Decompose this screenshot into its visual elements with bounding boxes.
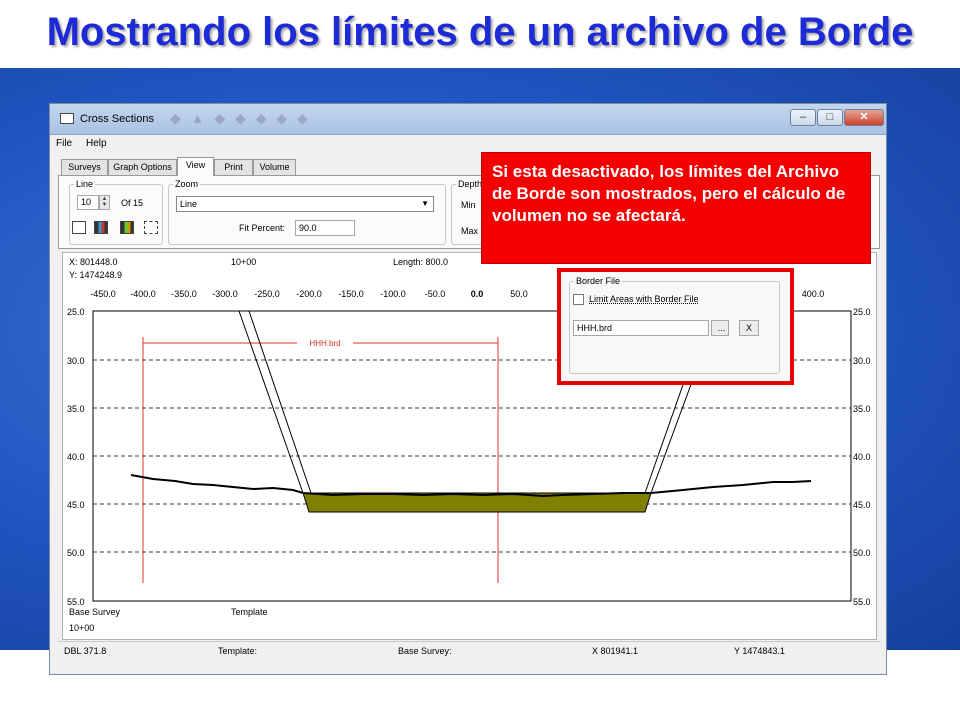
palette-alt-icon[interactable] bbox=[120, 221, 134, 234]
minimize-button[interactable]: – bbox=[790, 109, 816, 126]
tab-graph-options[interactable]: Graph Options bbox=[108, 159, 177, 175]
x-tick-label: -50.0 bbox=[425, 289, 446, 299]
depth-legend: Depth bbox=[458, 179, 483, 189]
y-tick-label: 40.0 bbox=[67, 452, 85, 462]
y-tick-labels-right: 25.0 30.0 35.0 40.0 45.0 50.0 55.0 bbox=[853, 307, 871, 607]
x-tick-label: -400.0 bbox=[130, 289, 156, 299]
line-of-label: Of 15 bbox=[121, 198, 144, 208]
x-tick-label: -250.0 bbox=[254, 289, 280, 299]
title-bar: Cross Sections ◆ ▲ ◆ ◆ ◆ ◆ ◆ – □ ✕ bbox=[50, 104, 886, 135]
border-file-highlight: Border File Limit Areas with Border File… bbox=[557, 268, 794, 385]
callout-note: Si esta desactivado, los límites del Arc… bbox=[481, 152, 871, 264]
border-file-legend: Border File bbox=[576, 276, 621, 286]
maximize-button[interactable]: □ bbox=[817, 109, 843, 126]
y-tick-label: 25.0 bbox=[853, 307, 871, 317]
template-slope bbox=[650, 378, 694, 494]
template-slope bbox=[644, 378, 686, 494]
graph-station: 10+00 bbox=[231, 257, 256, 267]
y-tick-label: 30.0 bbox=[67, 356, 85, 366]
border-file-input[interactable]: HHH.brd bbox=[573, 320, 709, 336]
clear-border-button[interactable]: X bbox=[739, 320, 759, 336]
y-tick-label: 45.0 bbox=[67, 500, 85, 510]
window-title: Cross Sections bbox=[80, 113, 154, 125]
x-tick-label: 0.0 bbox=[471, 289, 484, 299]
y-tick-label: 25.0 bbox=[67, 307, 85, 317]
fit-percent-input[interactable]: 90.0 bbox=[295, 220, 355, 236]
border-file-limits bbox=[142, 337, 499, 583]
limit-areas-label[interactable]: Limit Areas with Border File bbox=[589, 294, 699, 304]
y-tick-label: 50.0 bbox=[67, 548, 85, 558]
x-tick-label: -200.0 bbox=[296, 289, 322, 299]
status-bar: DBL 371.8 Template: Base Survey: X 80194… bbox=[58, 641, 880, 660]
app-icon bbox=[60, 113, 74, 124]
line-group: Line bbox=[69, 179, 163, 245]
y-tick-label: 40.0 bbox=[853, 452, 871, 462]
menu-bar: File Help bbox=[50, 135, 886, 153]
menu-file[interactable]: File bbox=[56, 138, 72, 149]
base-survey-label: Base Survey bbox=[69, 607, 121, 617]
export-icon[interactable] bbox=[144, 221, 158, 234]
menu-help[interactable]: Help bbox=[86, 138, 107, 149]
copy-icon[interactable] bbox=[72, 221, 86, 234]
line-number-input[interactable]: 10 bbox=[77, 195, 99, 210]
bottom-station-label: 10+00 bbox=[69, 623, 94, 633]
tab-view[interactable]: View bbox=[177, 157, 214, 176]
depth-min-label: Min bbox=[461, 200, 476, 210]
depth-max-label: Max bbox=[461, 226, 479, 236]
template-slope bbox=[238, 310, 304, 494]
x-tick-label: -450.0 bbox=[90, 289, 116, 299]
fit-percent-label: Fit Percent: bbox=[239, 223, 286, 233]
line-legend: Line bbox=[76, 179, 94, 189]
zoom-select[interactable]: Line ▼ bbox=[176, 196, 434, 212]
x-tick-label: -300.0 bbox=[212, 289, 238, 299]
status-x: X 801941.1 bbox=[592, 646, 639, 656]
grid-lines bbox=[93, 359, 851, 553]
y-tick-label: 35.0 bbox=[67, 404, 85, 414]
status-base-survey: Base Survey: bbox=[398, 646, 452, 656]
x-tick-label: 50.0 bbox=[510, 289, 528, 299]
status-dbl: DBL 371.8 bbox=[64, 646, 107, 656]
template-label: Template bbox=[231, 607, 268, 617]
quick-access-icons: ◆ ▲ ◆ ◆ ◆ ◆ ◆ bbox=[170, 110, 311, 126]
line-spinner[interactable]: ▲ ▼ bbox=[99, 195, 110, 210]
cut-fill-area bbox=[302, 492, 652, 513]
border-file-label: HHH.brd bbox=[309, 339, 340, 348]
graph-y-readout: Y: 1474248.9 bbox=[69, 270, 122, 280]
y-tick-label: 50.0 bbox=[853, 548, 871, 558]
x-tick-label: -150.0 bbox=[338, 289, 364, 299]
palette-icon[interactable] bbox=[94, 221, 108, 234]
zoom-legend: Zoom bbox=[175, 179, 199, 189]
graph-length: Length: 800.0 bbox=[393, 257, 448, 267]
y-tick-label: 35.0 bbox=[853, 404, 871, 414]
x-tick-label: 400.0 bbox=[802, 289, 825, 299]
y-tick-labels-left: 25.0 30.0 35.0 40.0 45.0 50.0 55.0 bbox=[67, 307, 85, 607]
y-tick-label: 45.0 bbox=[853, 500, 871, 510]
limit-areas-checkbox[interactable] bbox=[573, 294, 584, 305]
y-tick-label: 55.0 bbox=[853, 597, 871, 607]
chevron-down-icon: ▼ bbox=[421, 199, 429, 208]
close-button[interactable]: ✕ bbox=[844, 109, 884, 126]
tab-volume[interactable]: Volume bbox=[253, 159, 296, 175]
y-tick-label: 55.0 bbox=[67, 597, 85, 607]
tab-print[interactable]: Print bbox=[214, 159, 253, 175]
browse-button[interactable]: ... bbox=[711, 320, 729, 336]
zoom-selected-value: Line bbox=[180, 199, 198, 209]
status-y: Y 1474843.1 bbox=[734, 646, 785, 656]
template-slope bbox=[248, 310, 312, 494]
graph-x-readout: X: 801448.0 bbox=[69, 257, 118, 267]
y-tick-label: 30.0 bbox=[853, 356, 871, 366]
tab-surveys[interactable]: Surveys bbox=[61, 159, 108, 175]
slide-title: Mostrando los límites de un archivo de B… bbox=[46, 10, 914, 54]
status-template: Template: bbox=[218, 646, 258, 656]
x-tick-label: -350.0 bbox=[171, 289, 197, 299]
x-tick-label: -100.0 bbox=[380, 289, 406, 299]
